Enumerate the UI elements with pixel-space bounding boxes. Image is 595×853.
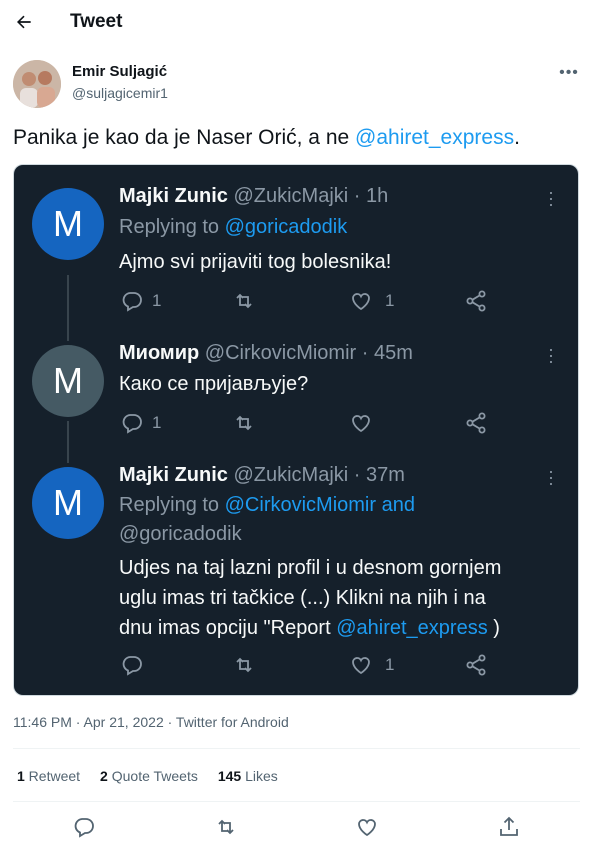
tweet-text-end: . — [514, 126, 520, 149]
mention-link: @CirkovicMiomir and — [224, 494, 415, 516]
share-upload-icon — [500, 816, 518, 836]
reply-text-line: uglu imas tri tačkice (...) Klikni na nj… — [119, 587, 486, 609]
share-icon — [466, 654, 486, 676]
reply-author-name: Majki Zunic — [119, 185, 228, 207]
retweets-stat[interactable]: 1 Retweet — [17, 768, 80, 784]
reply-author-name: Миомир — [119, 342, 200, 364]
page-title: Tweet — [70, 11, 123, 32]
heart-icon — [352, 293, 370, 311]
retweet-icon — [236, 293, 252, 309]
like-action: 1 — [349, 653, 394, 677]
reply-icon — [74, 818, 94, 838]
reply-author-name: Majki Zunic — [119, 464, 228, 486]
reply-header: Majki Zunic @ZukicMajki · 1h — [119, 185, 388, 208]
reply-action: 1 — [120, 411, 161, 435]
mention-link: @goricadodik — [224, 216, 348, 238]
share-button[interactable] — [497, 815, 521, 839]
reply-count: 1 — [152, 413, 162, 432]
avatar: M — [32, 188, 104, 260]
quotes-label: Quote Tweets — [107, 768, 198, 784]
like-button[interactable] — [355, 815, 379, 839]
avatar: M — [32, 345, 104, 417]
reply-handle-time: @ZukicMajki · 1h — [233, 185, 389, 207]
reply-icon — [122, 414, 142, 434]
share-action — [464, 289, 488, 313]
author-name[interactable]: Emir Suljagić — [72, 63, 167, 80]
author-handle[interactable]: @suljagicemir1 — [72, 85, 168, 101]
divider — [13, 748, 580, 749]
heart-icon — [358, 819, 376, 837]
tweet-stats: 1 Retweet 2 Quote Tweets 145 Likes — [17, 768, 278, 784]
thread-line — [67, 421, 69, 463]
reply-text: Како се пријављује? — [119, 373, 309, 395]
like-count: 1 — [385, 291, 395, 310]
likes-count: 145 — [217, 768, 242, 784]
mention-link[interactable]: @ahiret_express — [355, 126, 514, 149]
more-horizontal-icon[interactable]: ••• — [556, 62, 582, 84]
more-vertical-icon: · · · — [548, 182, 554, 214]
retweet-action — [232, 653, 256, 677]
retweet-icon — [236, 415, 252, 431]
reply-button[interactable] — [72, 815, 96, 839]
reply-text-part: ) — [487, 617, 500, 639]
heart-icon — [352, 657, 370, 675]
back-button[interactable] — [8, 6, 40, 38]
replying-prefix: Replying to — [119, 216, 225, 238]
avatar: M — [32, 467, 104, 539]
reply-text-line: Udjes na taj lazni profil i u desnom gor… — [119, 557, 502, 579]
reply-count: 1 — [152, 291, 162, 310]
reply-handle-time: @ZukicMajki · 37m — [233, 464, 405, 486]
more-vertical-icon: · · · — [548, 339, 554, 371]
reply-icon — [122, 292, 142, 312]
retweet-icon — [218, 819, 234, 835]
reply-text-part: dnu imas opciju "Report — [119, 617, 337, 639]
replying-to: Replying to @CirkovicMiomir and — [119, 494, 415, 517]
avatar[interactable] — [13, 60, 61, 108]
retweet-action — [232, 411, 256, 435]
mention-link: @goricadodik — [119, 523, 242, 545]
share-action — [464, 411, 488, 435]
reply-header: Миомир @CirkovicMiomir · 45m — [119, 342, 413, 365]
likes-label: Likes — [241, 768, 278, 784]
share-icon — [466, 412, 486, 434]
reply-text-line: dnu imas opciju "Report @ahiret_express … — [119, 613, 501, 643]
embedded-screenshot[interactable]: M Majki Zunic @ZukicMajki · 1h · · · Reply… — [14, 165, 578, 695]
like-action — [349, 411, 373, 435]
reply-header: Majki Zunic @ZukicMajki · 37m — [119, 464, 405, 487]
divider — [13, 801, 580, 802]
tweet-text-body: Panika je kao da je Naser Orić, a ne — [13, 126, 356, 149]
retweet-icon — [236, 657, 252, 673]
tweet-timestamp[interactable]: 11:46 PM · Apr 21, 2022 · Twitter for An… — [13, 714, 289, 730]
tweet-text: Panika je kao da je Naser Orić, a ne @ah… — [13, 124, 520, 152]
share-icon — [466, 290, 486, 312]
heart-icon — [352, 415, 370, 433]
reply-text: Ajmo svi prijaviti tog bolesnika! — [119, 251, 392, 273]
mention-link: @ahiret_express — [336, 617, 488, 639]
retweet-button[interactable] — [214, 815, 238, 839]
reply-handle-time: @CirkovicMiomir · 45m — [204, 342, 413, 364]
reply-action: 1 — [120, 289, 161, 313]
retweets-count: 1 — [17, 768, 25, 784]
quotes-count: 2 — [100, 768, 108, 784]
more-vertical-icon: · · · — [548, 461, 554, 493]
thread-line — [67, 275, 69, 341]
reply-icon — [122, 656, 142, 676]
reply-action — [120, 653, 152, 677]
retweet-action — [232, 289, 256, 313]
replying-prefix: Replying to — [119, 494, 225, 516]
retweets-label: Retweet — [24, 768, 81, 784]
like-action: 1 — [349, 289, 394, 313]
replying-to: Replying to @goricadodik — [119, 216, 347, 239]
reply-text: Udjes na taj lazni profil i u desnom gor… — [119, 553, 501, 643]
arrow-left-icon — [17, 15, 31, 29]
quotes-stat[interactable]: 2 Quote Tweets — [100, 768, 198, 784]
likes-stat[interactable]: 145 Likes — [218, 768, 278, 784]
like-count: 1 — [385, 655, 395, 674]
share-action — [464, 653, 488, 677]
